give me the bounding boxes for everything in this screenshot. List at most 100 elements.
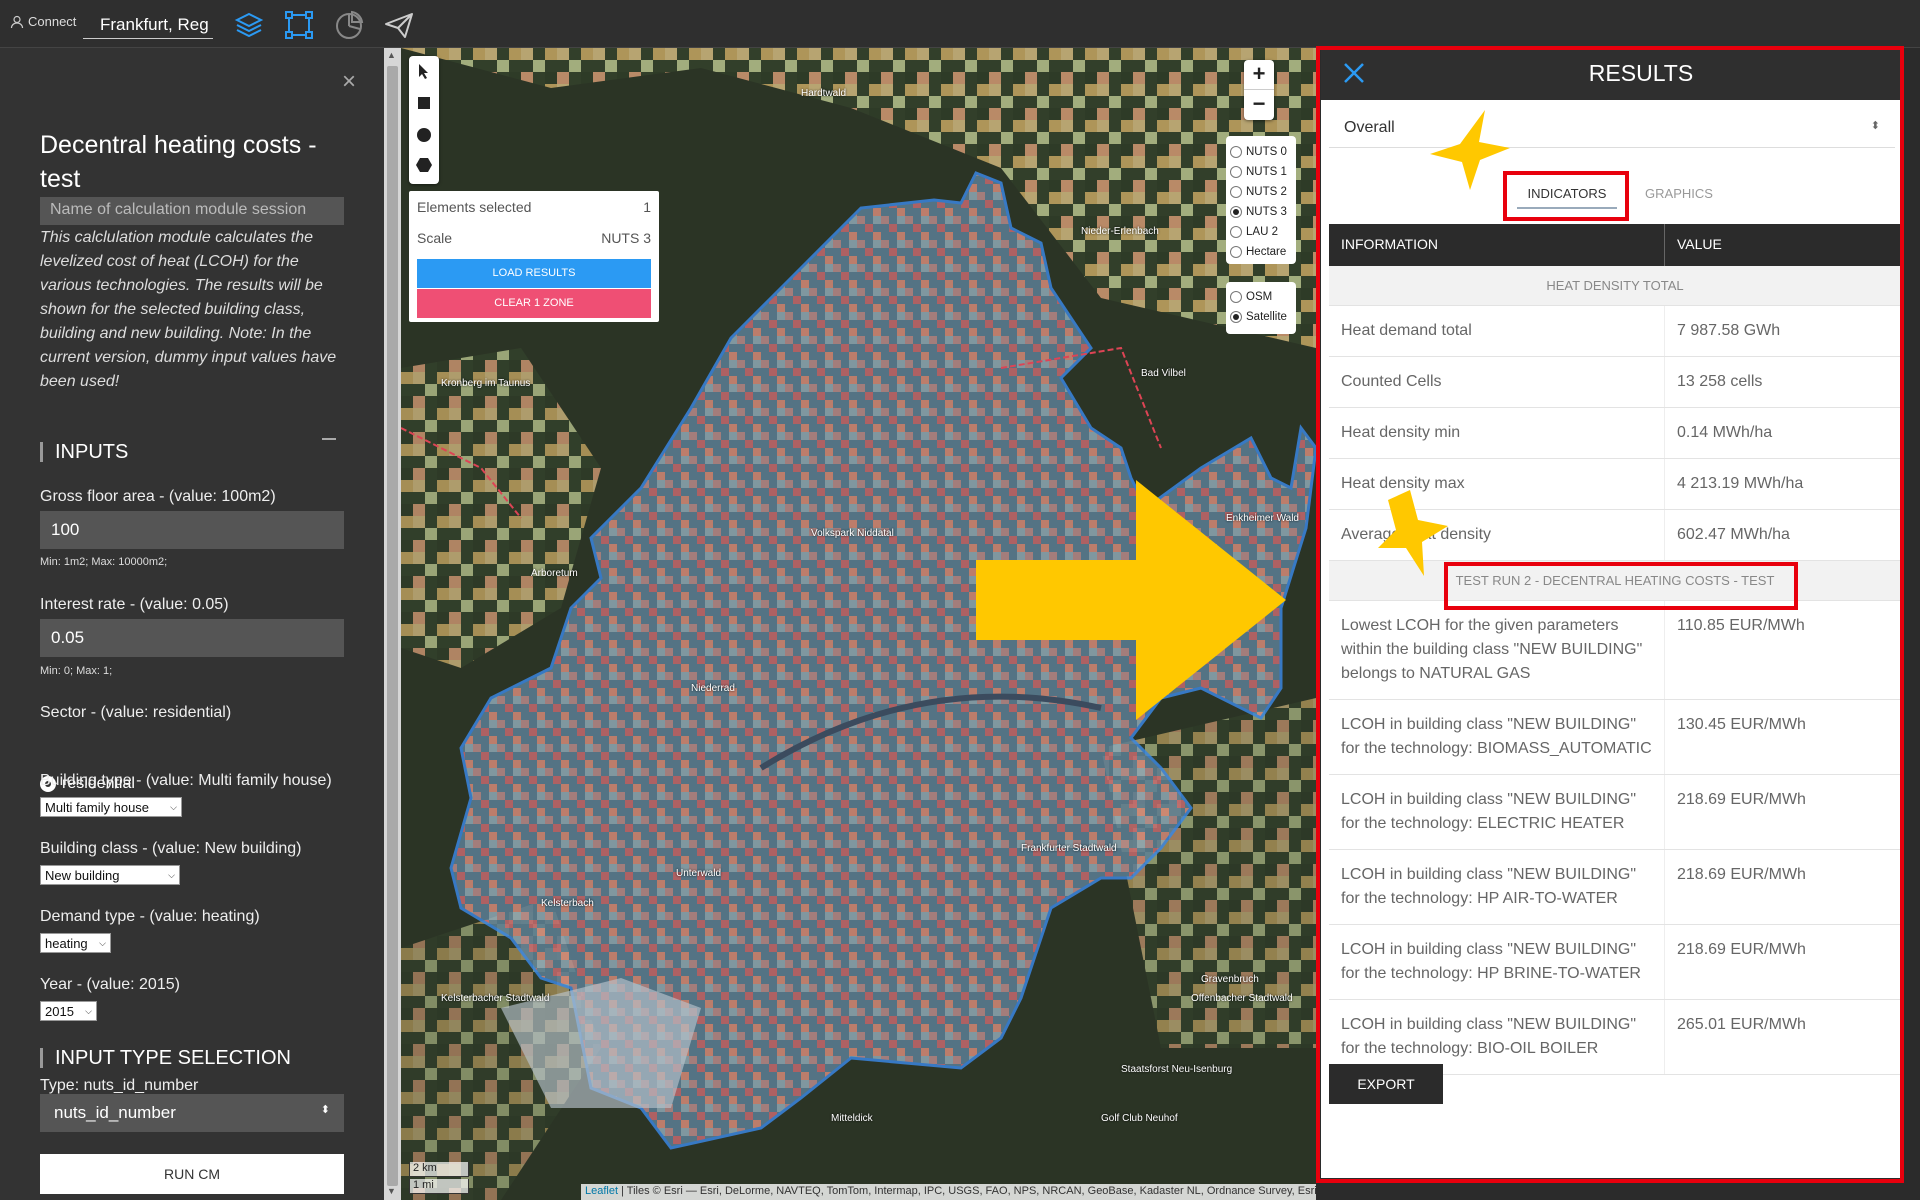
zoom-control: + − bbox=[1244, 60, 1274, 120]
load-results-button[interactable]: LOAD RESULTS bbox=[417, 259, 651, 288]
place-label: Kelsterbach bbox=[541, 898, 594, 909]
year-value: 2015 bbox=[45, 1003, 74, 1019]
place-label: Volkspark Niddatal bbox=[811, 528, 894, 539]
place-label: Arboretum bbox=[531, 568, 578, 579]
polygon-tool-icon[interactable] bbox=[415, 156, 433, 174]
place-label: Hardtwald bbox=[801, 88, 847, 99]
layer-option-nuts1[interactable]: NUTS 1 bbox=[1230, 162, 1292, 182]
send-icon[interactable] bbox=[383, 9, 415, 41]
place-label: Offenbacher Stadtwald bbox=[1191, 993, 1293, 1004]
layer-option-label: Hectare bbox=[1246, 246, 1287, 258]
layer-option-label: NUTS 2 bbox=[1246, 186, 1287, 198]
basemap-option-satellite[interactable]: Satellite bbox=[1230, 307, 1292, 327]
year-label: Year - (value: 2015) bbox=[40, 976, 180, 993]
user-icon bbox=[10, 15, 24, 28]
building-type-value: Multi family house bbox=[45, 799, 150, 815]
pointer-tool-icon[interactable] bbox=[415, 62, 433, 80]
demand-type-select[interactable]: heating ⌵ bbox=[40, 933, 111, 953]
layer-option-nuts0[interactable]: NUTS 0 bbox=[1230, 142, 1292, 162]
scale-mi: 1 mi bbox=[409, 1179, 469, 1194]
demand-type-label: Demand type - (value: heating) bbox=[40, 908, 260, 925]
layer-selector: NUTS 0 NUTS 1 NUTS 2 NUTS 3 LAU 2 Hectar… bbox=[1226, 136, 1296, 264]
place-label: Enkheimer Wald bbox=[1226, 513, 1299, 524]
interest-rate-hint: Min: 0; Max: 1; bbox=[40, 665, 113, 677]
layer-option-nuts2[interactable]: NUTS 2 bbox=[1230, 182, 1292, 202]
basemap-selector: OSM Satellite bbox=[1226, 282, 1296, 334]
place-label: Unterwald bbox=[676, 868, 722, 879]
cm-title: Decentral heating costs - test bbox=[40, 131, 317, 193]
inputs-heading: INPUTS bbox=[40, 442, 128, 462]
radio-icon bbox=[1230, 291, 1242, 303]
input-type-heading: INPUT TYPE SELECTION bbox=[40, 1048, 291, 1068]
run-cm-button[interactable]: RUN CM bbox=[40, 1154, 344, 1194]
chevron-down-icon: ⌵ bbox=[170, 801, 177, 812]
demand-type-value: heating bbox=[45, 935, 88, 951]
building-class-select[interactable]: New building ⌵ bbox=[40, 865, 180, 885]
place-label: Bad Vilbel bbox=[1141, 368, 1186, 379]
layer-option-nuts3[interactable]: NUTS 3 bbox=[1230, 202, 1292, 222]
layer-option-hectare[interactable]: Hectare bbox=[1230, 242, 1292, 262]
chevron-down-icon: ⌵ bbox=[168, 869, 175, 880]
elements-selected-label: Elements selected bbox=[417, 199, 532, 215]
place-label: Niederrad bbox=[691, 683, 735, 694]
scale-km: 2 km bbox=[409, 1162, 469, 1177]
leaflet-link[interactable]: Leaflet bbox=[585, 1185, 618, 1197]
basemap-option-osm[interactable]: OSM bbox=[1230, 287, 1292, 307]
select-area-icon[interactable] bbox=[283, 9, 315, 41]
rectangle-tool-icon[interactable] bbox=[415, 94, 433, 112]
building-type-select[interactable]: Multi family house ⌵ bbox=[40, 797, 182, 817]
chevron-down-icon: ⌵ bbox=[85, 1005, 92, 1016]
zoom-in-button[interactable]: + bbox=[1244, 60, 1274, 90]
layer-option-lau2[interactable]: LAU 2 bbox=[1230, 222, 1292, 242]
place-label: Mitteldick bbox=[831, 1113, 873, 1124]
interest-rate-label: Interest rate - (value: 0.05) bbox=[40, 596, 229, 613]
chevron-down-icon: ⌵ bbox=[99, 937, 106, 948]
draw-toolbar bbox=[409, 56, 439, 184]
radio-icon bbox=[1230, 246, 1242, 258]
updown-arrow-icon: ⬍ bbox=[320, 1104, 330, 1116]
scroll-thumb[interactable] bbox=[387, 66, 398, 1186]
session-name-input[interactable]: Name of calculation module session bbox=[40, 197, 344, 225]
interest-rate-input[interactable]: 0.05 bbox=[40, 619, 344, 657]
place-label: Staatsforst Neu-Isenburg bbox=[1121, 1064, 1233, 1075]
map-scale-bar: 2 km 1 mi bbox=[409, 1162, 469, 1196]
scroll-up-icon[interactable]: ▲ bbox=[387, 50, 396, 60]
indicators-tab-highlight-box bbox=[1503, 171, 1629, 221]
gross-floor-input[interactable]: 100 bbox=[40, 511, 344, 549]
gross-floor-label: Gross floor area - (value: 100m2) bbox=[40, 488, 276, 505]
year-select[interactable]: 2015 ⌵ bbox=[40, 1001, 97, 1021]
zoom-out-button[interactable]: − bbox=[1244, 90, 1274, 120]
place-label: Kronberg im Taunus bbox=[441, 378, 531, 389]
calculation-module-panel: × Decentral heating costs - test Name of… bbox=[0, 48, 384, 1200]
input-type-select[interactable]: nuts_id_number ⬍ bbox=[40, 1094, 344, 1132]
basemap-option-label: OSM bbox=[1246, 291, 1273, 303]
layer-option-label: NUTS 0 bbox=[1246, 146, 1287, 158]
clear-zone-button[interactable]: CLEAR 1 ZONE bbox=[417, 289, 651, 318]
close-panel-icon[interactable]: × bbox=[342, 68, 356, 96]
layers-icon[interactable] bbox=[233, 9, 265, 41]
building-class-label: Building class - (value: New building) bbox=[40, 840, 302, 857]
place-label: Golf Club Neuhof bbox=[1101, 1113, 1178, 1124]
circle-tool-icon[interactable] bbox=[415, 126, 433, 144]
cm-description: This calclulation module calculates the … bbox=[40, 229, 337, 390]
map-view[interactable]: Nieder-Erlenbach Hardtwald Bad Vilbel En… bbox=[401, 48, 1316, 1200]
selection-panel: Elements selected 1 Scale NUTS 3 LOAD RE… bbox=[409, 191, 659, 322]
scale-row: Scale NUTS 3 bbox=[417, 230, 651, 246]
radio-icon bbox=[1230, 186, 1242, 198]
test-run-highlight-box bbox=[1444, 562, 1798, 610]
results-chart-icon[interactable] bbox=[333, 9, 365, 41]
scale-label: Scale bbox=[417, 230, 453, 246]
connect-label: Connect bbox=[28, 14, 77, 29]
scroll-down-icon[interactable]: ▼ bbox=[387, 1186, 396, 1196]
collapse-inputs-icon[interactable] bbox=[322, 438, 336, 440]
place-label: Kelsterbacher Stadtwald bbox=[441, 993, 550, 1004]
attribution-text: | Tiles © Esri — Esri, DeLorme, NAVTEQ, … bbox=[618, 1185, 1316, 1197]
basemap-option-label: Satellite bbox=[1246, 311, 1287, 323]
place-label: Gravenbruch bbox=[1201, 974, 1259, 985]
input-type-value: nuts_id_number bbox=[54, 1103, 176, 1122]
building-class-value: New building bbox=[45, 867, 120, 883]
location-search-input[interactable]: Frankfurt, Reg bbox=[83, 10, 213, 39]
sidebar-scrollbar[interactable]: ▲ ▼ bbox=[384, 48, 401, 1200]
layer-option-label: NUTS 3 bbox=[1246, 206, 1287, 218]
connect-button[interactable]: Connect bbox=[10, 14, 76, 29]
